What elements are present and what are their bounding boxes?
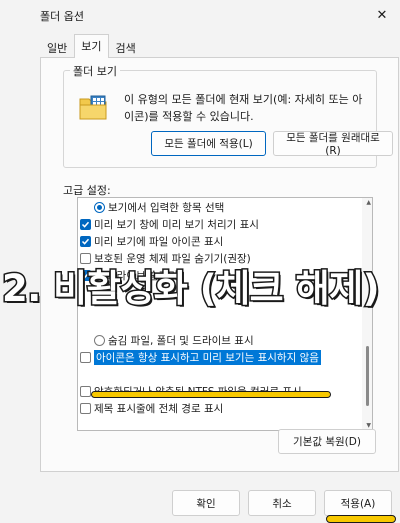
ok-button[interactable]: 확인 (172, 490, 240, 516)
list-item[interactable]: 아이콘은 항상 표시하고 미리 보기는 표시하지 않음 (80, 350, 360, 365)
scroll-up-icon[interactable]: ▲ (366, 199, 371, 206)
restore-defaults-button[interactable]: 기본값 복원(D) (278, 429, 376, 454)
tab-strip: 일반 보기 검색 (40, 34, 143, 58)
radio-icon[interactable] (94, 335, 105, 346)
annotation-caption: 2. 비활성화 (체크 해제) (0, 266, 381, 312)
folder-view-legend: 폴더 보기 (70, 63, 120, 79)
checkbox-icon[interactable] (80, 403, 91, 414)
apply-to-folders-button[interactable]: 모든 폴더에 적용(L) (151, 131, 266, 156)
scroll-thumb[interactable] (366, 346, 369, 406)
list-scrollbar[interactable]: ▲ ▼ (362, 198, 372, 430)
folder-view-description: 이 유형의 모든 폴더에 현재 보기(예: 자세히 또는 아 이콘)를 적용할 … (124, 93, 363, 123)
apply-annotation-mark (326, 515, 396, 523)
title-bar: 폴더 옵션 ✕ (0, 0, 400, 30)
cancel-button[interactable]: 취소 (248, 490, 316, 516)
tab-search[interactable]: 검색 (109, 36, 143, 58)
folder-view-icon (79, 95, 107, 120)
list-item[interactable]: 숨김 파일, 폴더 및 드라이브 표시 (94, 333, 372, 348)
list-item[interactable]: 제목 표시줄에 전체 경로 표시 (80, 401, 360, 416)
close-icon: ✕ (376, 7, 388, 23)
folder-view-group: 폴더 보기 이 유형의 모든 폴더에 현재 보기(예: 자세히 또는 아 이콘)… (63, 63, 393, 168)
checkbox-checked-icon[interactable] (80, 236, 91, 247)
radio-icon[interactable] (94, 202, 105, 213)
close-button[interactable]: ✕ (364, 0, 400, 30)
selected-item-text: 아이콘은 항상 표시하고 미리 보기는 표시하지 않음 (94, 350, 321, 365)
window-title: 폴더 옵션 (40, 10, 84, 23)
checkbox-icon[interactable] (80, 386, 91, 397)
tab-general[interactable]: 일반 (40, 36, 74, 58)
checkbox-checked-icon[interactable] (80, 219, 91, 230)
apply-button[interactable]: 적용(A) (324, 490, 392, 516)
reset-folders-button[interactable]: 모든 폴더를 원래대로(R) (273, 131, 393, 157)
scroll-down-icon[interactable]: ▼ (366, 422, 371, 429)
annotation-underline (91, 391, 331, 398)
checkbox-icon[interactable] (80, 352, 91, 363)
list-item[interactable]: 보기에서 입력한 항목 선택 (94, 200, 372, 215)
list-item[interactable]: 미리 보기 창에 미리 보기 처리기 표시 (80, 217, 360, 232)
advanced-settings-label: 고급 설정: (63, 184, 111, 197)
tab-view[interactable]: 보기 (74, 34, 109, 58)
list-item[interactable]: 미리 보기에 파일 아이콘 표시 (80, 234, 360, 249)
